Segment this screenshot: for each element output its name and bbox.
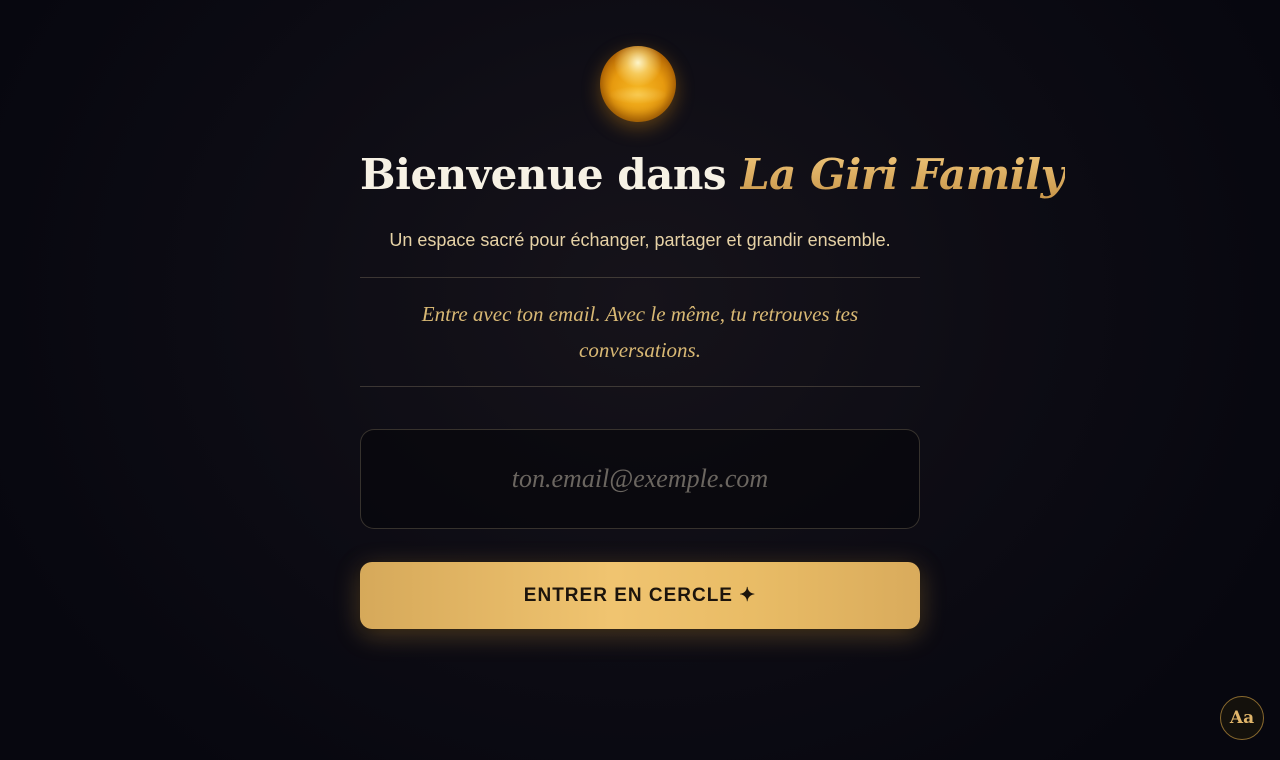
- page-title: Bienvenue dans La Giri Family: [360, 150, 1065, 199]
- email-input[interactable]: [360, 429, 920, 529]
- divider-bottom: [360, 386, 920, 387]
- login-hint: Entre avec ton email. Avec le même, tu r…: [421, 302, 859, 362]
- enter-circle-button[interactable]: ENTRER EN CERCLE ✦: [360, 562, 920, 629]
- title-prefix: Bienvenue dans: [360, 150, 741, 199]
- font-size-toggle-button[interactable]: Aa: [1220, 696, 1264, 740]
- golden-orb-icon: [600, 46, 676, 122]
- divider-top: [360, 277, 920, 278]
- login-panel: Bienvenue dans La Giri Family Un espace …: [360, 0, 1065, 760]
- brand-name: La Giri Family: [740, 150, 1065, 199]
- page-subtitle: Un espace sacré pour échanger, partager …: [389, 230, 891, 250]
